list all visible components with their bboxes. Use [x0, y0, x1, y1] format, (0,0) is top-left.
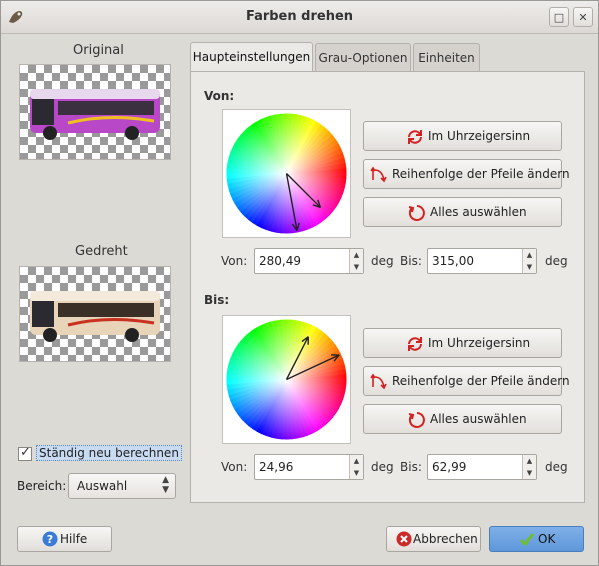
recompute-label[interactable]: Ständig neu berechnen	[36, 445, 182, 461]
swap-arrows-icon	[370, 373, 387, 390]
tab-units[interactable]: Einheiten	[413, 43, 480, 71]
rotate-arrows-icon	[408, 337, 422, 351]
from-bis-input[interactable]	[432, 249, 520, 273]
original-preview	[19, 64, 171, 160]
clockwise-label: Im Uhrzeigersinn	[428, 129, 531, 143]
swap-label: Reihenfolge der Pfeile ändern	[392, 167, 570, 181]
spin-arrows-icon[interactable]: ▲ ▼	[522, 455, 536, 479]
color-wheel-svg[interactable]	[223, 110, 350, 237]
tab-main-settings[interactable]: Haupteinstellungen	[190, 42, 313, 72]
swap-label: Reihenfolge der Pfeile ändern	[392, 374, 570, 388]
from-select-all-button[interactable]: Alles auswählen	[363, 197, 562, 227]
to-unit1: deg	[371, 460, 394, 474]
from-unit1: deg	[371, 254, 394, 268]
to-swap-arrows-button[interactable]: Reihenfolge der Pfeile ändern	[363, 366, 570, 396]
cancel-icon	[396, 531, 412, 547]
range-combobox[interactable]: Auswahl ▲ ▼	[68, 473, 176, 499]
to-bis-input[interactable]	[432, 455, 520, 479]
to-von-input[interactable]	[259, 455, 347, 479]
checkmark-icon	[519, 533, 535, 547]
to-bis-label: Bis:	[400, 460, 422, 474]
range-label: Bereich:	[17, 479, 67, 493]
to-section-title: Bis:	[204, 293, 230, 307]
from-unit2: deg	[545, 254, 568, 268]
recompute-checkbox[interactable]: ✓	[18, 445, 32, 461]
to-bis-spinbox[interactable]: ▲▼	[427, 454, 537, 480]
from-bis-label: Bis:	[400, 254, 422, 268]
from-von-label: Von:	[221, 254, 248, 268]
spin-arrows-icon[interactable]: ▲ ▼	[349, 249, 363, 273]
from-section-title: Von:	[204, 89, 235, 103]
title-bar: Farben drehen □ ✕	[1, 1, 598, 34]
from-von-spinbox[interactable]: ▲▼	[254, 248, 364, 274]
svg-text:?: ?	[47, 533, 53, 546]
ok-button[interactable]: OK	[489, 526, 584, 552]
window-title: Farben drehen	[245, 9, 354, 24]
close-button[interactable]: ✕	[573, 7, 593, 27]
tab-gray-options[interactable]: Grau-Optionen	[315, 43, 411, 71]
to-clockwise-button[interactable]: Im Uhrzeigersinn	[363, 328, 562, 358]
rotated-label: Gedreht	[75, 244, 128, 259]
to-color-wheel[interactable]	[222, 315, 351, 444]
from-swap-arrows-button[interactable]: Reihenfolge der Pfeile ändern	[363, 159, 570, 189]
from-color-wheel[interactable]	[222, 109, 351, 238]
color-wheel-svg[interactable]	[223, 316, 350, 443]
spin-arrows-icon[interactable]: ▲ ▼	[522, 249, 536, 273]
combo-updown-icon: ▲ ▼	[162, 475, 169, 495]
bus-image-original	[30, 89, 160, 140]
bus-image-rotated	[30, 291, 160, 342]
clockwise-label: Im Uhrzeigersinn	[428, 336, 531, 350]
spin-arrows-icon[interactable]: ▲ ▼	[349, 455, 363, 479]
ok-label: OK	[538, 532, 556, 546]
cancel-label: Abbrechen	[413, 532, 478, 546]
original-label: Original	[73, 43, 124, 58]
to-von-label: Von:	[221, 460, 248, 474]
cancel-button[interactable]: Abbrechen	[386, 526, 481, 552]
to-von-spinbox[interactable]: ▲▼	[254, 454, 364, 480]
help-icon: ?	[42, 531, 58, 547]
from-clockwise-button[interactable]: Im Uhrzeigersinn	[363, 121, 562, 151]
range-value: Auswahl	[77, 479, 128, 493]
swap-arrows-icon	[370, 166, 387, 183]
to-unit2: deg	[545, 460, 568, 474]
to-select-all-button[interactable]: Alles auswählen	[363, 404, 562, 434]
help-label: Hilfe	[60, 532, 88, 546]
rotate-arrows-icon	[408, 130, 422, 144]
select-all-label: Alles auswählen	[430, 205, 527, 219]
maximize-button[interactable]: □	[549, 7, 569, 27]
dialog-window: Farben drehen □ ✕ Original Gedreht ✓ Stä…	[0, 0, 599, 566]
rotated-preview	[19, 266, 171, 362]
circle-arrow-icon	[408, 205, 425, 221]
circle-arrow-icon	[408, 412, 425, 428]
help-button[interactable]: ? Hilfe	[17, 526, 112, 552]
from-von-input[interactable]	[259, 249, 347, 273]
select-all-label: Alles auswählen	[430, 412, 527, 426]
from-bis-spinbox[interactable]: ▲▼	[427, 248, 537, 274]
